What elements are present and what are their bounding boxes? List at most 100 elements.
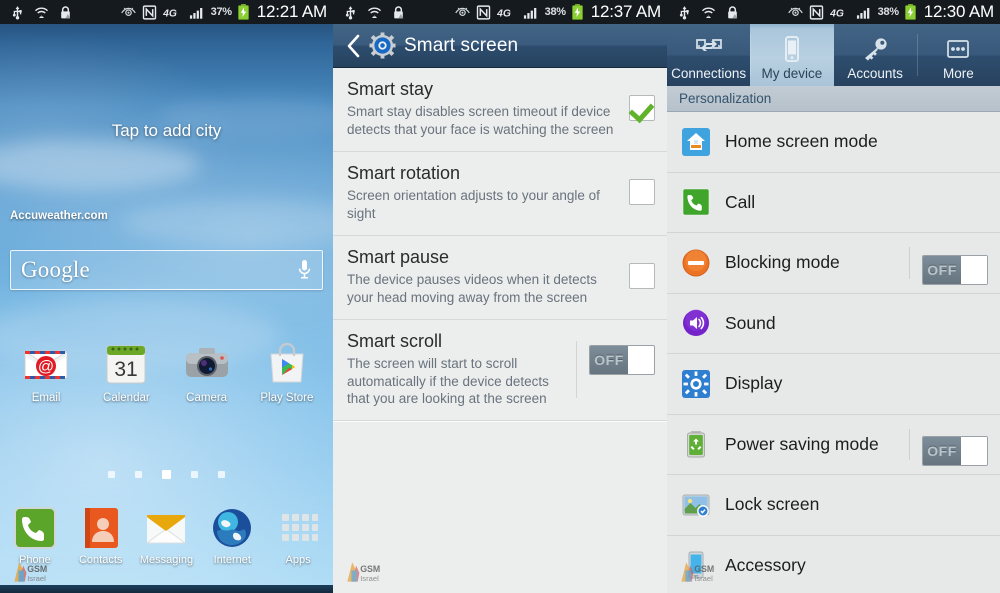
weather-widget-add-city[interactable]: Tap to add city [0,121,333,141]
wifi-direct-icon [702,7,715,18]
dock-item-internet[interactable]: Internet [201,505,263,566]
checkbox-smart-stay[interactable] [629,95,655,121]
battery-percent: 38% [544,6,566,18]
dock-label: Contacts [78,554,123,566]
usb-icon [345,5,355,19]
home-app-row: @ Email 31 Calendar Camera Play Store [0,340,333,404]
svg-text:4G: 4G [497,8,511,19]
status-left-icons [343,5,406,20]
camera-icon [183,340,231,388]
lock-screen-icon [681,490,711,520]
dock-label: Messaging [139,554,194,566]
dock-label: Apps [285,554,311,566]
settings-row-lock-screen[interactable]: Lock screen [667,475,1000,536]
home-dock: Phone Contacts Messaging Internet Apps [0,505,333,566]
settings-row-display[interactable]: Display [667,354,1000,415]
tab-label: Accounts [847,66,903,81]
smart-screen-list: Smart stay Smart stay disables screen ti… [333,68,667,422]
item-subtitle: Smart stay disables screen timeout if de… [347,104,614,138]
signal-icon [523,7,536,19]
toggle-blocking-mode[interactable]: OFF [922,254,988,285]
app-icon-email[interactable]: @ Email [11,340,81,404]
apps-grid-icon [275,505,321,551]
toggle-power-saving-mode[interactable]: OFF [922,436,988,467]
calendar-icon: 31 [102,340,150,388]
nfc-icon [476,4,490,20]
connections-icon [695,35,723,63]
list-item-smart-rotation[interactable]: Smart rotation Screen orientation adjust… [333,151,667,236]
power-saving-icon [681,429,711,459]
status-bar-smart-screen: 4G 38% 12:37 AM [333,0,667,24]
page-dot[interactable] [108,471,115,478]
toggle-knob [961,437,987,466]
battery-percent: 38% [877,6,899,18]
eye-icon [120,7,136,16]
microphone-icon[interactable] [297,259,312,281]
status-clock: 12:37 AM [590,2,661,21]
app-icon-calendar[interactable]: 31 Calendar [91,340,161,404]
more-dots-icon [945,35,971,63]
settings-row-accessory[interactable]: Accessory [667,535,1000,593]
lock-icon [394,5,404,18]
settings-row-home-screen-mode[interactable]: Home screen mode [667,112,1000,173]
tab-my-device[interactable]: My device [750,24,834,86]
eye-icon [787,7,803,16]
list-item-smart-pause[interactable]: Smart pause The device pauses videos whe… [333,235,667,320]
list-item-smart-scroll[interactable]: Smart scroll The screen will start to sc… [333,319,667,422]
tab-connections[interactable]: Connections [667,24,750,86]
item-subtitle: The screen will start to scroll automati… [347,355,549,407]
screen-settings-my-device: 4G 38% 12:30 AM Connections My device Ac… [667,0,1000,593]
svg-text:4G: 4G [830,8,844,19]
dock-item-messaging[interactable]: Messaging [135,505,197,566]
tab-label: Connections [671,66,747,81]
settings-gear-icon [369,32,396,59]
page-dot[interactable] [135,471,142,478]
google-logo: Google [21,257,90,282]
checkbox-smart-pause[interactable] [629,262,655,289]
tab-accounts[interactable]: Accounts [834,24,917,86]
app-icon-camera[interactable]: Camera [172,340,242,404]
status-bar-home: 4G 37% 12:21 AM [0,0,333,24]
page-dot[interactable] [191,471,198,478]
toggle-smart-scroll[interactable]: OFF [589,344,655,375]
settings-row-blocking-mode[interactable]: Blocking mode OFF [667,233,1000,294]
dock-item-phone[interactable]: Phone [4,505,66,566]
status-right-icons: 4G 38% 12:37 AM [454,2,661,22]
back-chevron-icon[interactable] [343,31,365,61]
item-subtitle: Screen orientation adjusts to your angle… [347,188,600,221]
app-label: Email [31,392,61,404]
svg-text:4G: 4G [163,8,177,19]
call-icon [681,187,711,217]
cloud-wisp [120,200,333,246]
nfc-icon [809,4,823,20]
page-dot-active[interactable] [162,470,171,479]
settings-row-power-saving-mode[interactable]: Power saving mode OFF [667,414,1000,475]
settings-row-sound[interactable]: Sound [667,293,1000,354]
smart-screen-body: Smart screen Smart stay Smart stay disab… [333,24,667,593]
app-icon-play-store[interactable]: Play Store [252,340,322,404]
google-search-bar[interactable]: Google [10,250,323,290]
checkbox-smart-rotation[interactable] [629,178,655,205]
tab-more[interactable]: More [916,24,1000,86]
status-left-icons [677,5,740,20]
toggle-label: OFF [590,345,628,374]
dock-item-apps[interactable]: Apps [267,505,329,566]
settings-row-label: Home screen mode [725,131,878,152]
toggle-label: OFF [923,255,961,284]
settings-row-label: Blocking mode [725,252,840,273]
settings-row-call[interactable]: Call [667,172,1000,233]
toggle-knob [628,345,654,374]
play-store-icon [263,340,311,388]
settings-row-label: Call [725,191,756,212]
blocking-mode-icon [681,248,711,278]
svg-text:@: @ [38,359,54,376]
item-title: Smart stay [347,79,434,99]
dock-item-contacts[interactable]: Contacts [70,505,132,566]
status-clock: 12:30 AM [923,2,994,21]
eye-icon [454,7,470,16]
list-item-smart-stay[interactable]: Smart stay Smart stay disables screen ti… [333,68,667,152]
item-text: Smart pause The device pauses videos whe… [347,247,629,307]
signal-icon [856,7,869,19]
page-dot[interactable] [218,471,225,478]
settings-tab-bar: Connections My device Accounts More [667,24,1000,86]
